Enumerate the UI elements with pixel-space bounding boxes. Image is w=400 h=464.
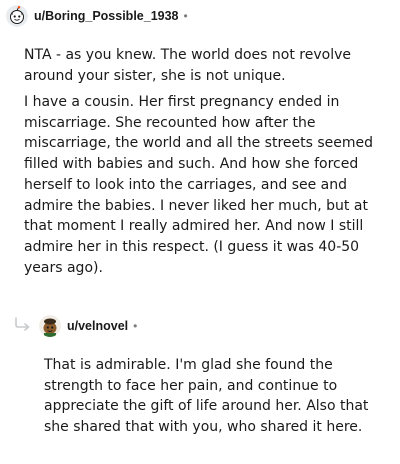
- reply-arrow-icon: [15, 317, 30, 331]
- author-username[interactable]: u/Boring_Possible_1938: [34, 9, 179, 23]
- text-line: admire her in this respect. (I guess it …: [24, 238, 360, 255]
- text-line: miscarriage, the world and all the stree…: [24, 135, 374, 152]
- text-line: NTA - as you knew. The world does not re…: [24, 47, 351, 63]
- separator-dot: •: [183, 9, 188, 23]
- comment-paragraph: I have a cousin. Her first pregnancy end…: [24, 92, 373, 278]
- parent-comment-header: u/Boring_Possible_1938 •: [6, 5, 188, 27]
- text-line: years ago).: [24, 259, 103, 276]
- author-username[interactable]: u/velnovel: [67, 319, 128, 333]
- text-line: around your sister, she is not unique.: [24, 67, 286, 84]
- reply-comment-header: u/velnovel •: [39, 315, 137, 337]
- text-line: That is admirable. I'm glad she found th…: [44, 357, 333, 373]
- comment-paragraph: NTA - as you knew. The world does not re…: [24, 45, 351, 86]
- comment-paragraph: That is admirable. I'm glad she found th…: [44, 355, 368, 438]
- user-avatar-icon[interactable]: [6, 5, 28, 27]
- text-line: she shared that with you, who shared it …: [44, 419, 363, 436]
- separator-dot: •: [133, 319, 138, 333]
- text-line: that moment I really admired her. And no…: [24, 218, 364, 235]
- text-line: appreciate the gift of life around her. …: [44, 398, 369, 415]
- text-line: filled with babies and such. And how she…: [24, 156, 359, 173]
- text-line: strength to face her pain, and continue …: [44, 377, 338, 394]
- text-line: I have a cousin. Her first pregnancy end…: [24, 94, 340, 110]
- user-avatar-icon[interactable]: [39, 315, 61, 337]
- text-line: herself to look into the carriages, and …: [24, 176, 347, 193]
- text-line: admire the babies. I never liked her muc…: [24, 197, 368, 214]
- text-line: miscarriage. She recounted how after the: [24, 114, 316, 131]
